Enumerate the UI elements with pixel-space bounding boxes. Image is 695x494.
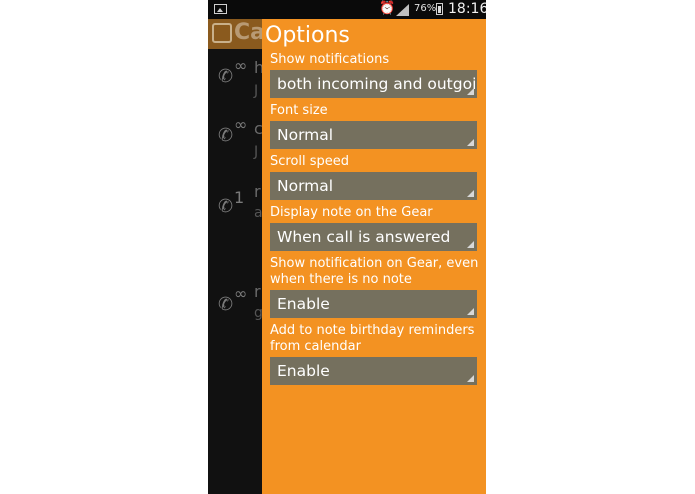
dropdown-corner-icon (467, 375, 474, 382)
dropdown-corner-icon (467, 241, 474, 248)
display-note-label: Display note on the Gear (270, 205, 433, 220)
clock-time: 18:16 (448, 1, 486, 17)
phone-icon: ✆ (218, 294, 234, 315)
list-item[interactable]: ✆ ∞ r g (208, 281, 263, 341)
gear-notification-label: Show notification on Gear, even when the… (270, 256, 479, 287)
phone-icon: ✆ (218, 196, 234, 217)
gear-notification-value: Enable (277, 295, 330, 313)
contact-name: r (254, 182, 261, 201)
show-notifications-value: both incoming and outgoing (277, 75, 477, 93)
birthday-reminders-label: Add to note birthday reminders from cale… (270, 323, 475, 354)
background-app: Ca ✆ ∞ h J ✆ ∞ c J ✆ 1 r a ✆ ∞ r g (208, 19, 265, 494)
contact-name: r (254, 282, 261, 301)
gallery-icon (214, 4, 227, 14)
call-count-badge: ∞ (234, 115, 248, 134)
contact-note: J (254, 83, 259, 99)
background-action-bar: Ca (208, 19, 265, 49)
display-note-select[interactable]: When call is answered (270, 223, 477, 251)
font-size-value: Normal (277, 126, 334, 144)
scroll-speed-select[interactable]: Normal (270, 172, 477, 200)
options-drawer: Options Show notifications both incoming… (262, 19, 486, 494)
font-size-select[interactable]: Normal (270, 121, 477, 149)
alarm-icon: ⏰ (379, 1, 396, 16)
battery-icon (436, 3, 443, 15)
display-note-value: When call is answered (277, 228, 451, 246)
dropdown-corner-icon (467, 308, 474, 315)
gear-notification-select[interactable]: Enable (270, 290, 477, 318)
call-count-badge: 1 (234, 188, 245, 207)
font-size-label: Font size (270, 103, 328, 118)
phone-icon: ✆ (218, 66, 234, 87)
call-count-badge: ∞ (234, 284, 248, 303)
dropdown-corner-icon (467, 190, 474, 197)
background-app-title: Ca (234, 20, 265, 45)
status-bar: ⏰ 76% 18:16 (208, 0, 486, 19)
scroll-speed-label: Scroll speed (270, 154, 350, 169)
dropdown-corner-icon (467, 139, 474, 146)
phone-icon: ✆ (218, 125, 234, 146)
contact-note: J (254, 144, 259, 160)
call-count-badge: ∞ (234, 56, 248, 75)
signal-icon (396, 4, 409, 16)
show-notifications-label: Show notifications (270, 52, 390, 67)
drawer-title: Options (265, 23, 350, 48)
list-item[interactable]: ✆ ∞ h J (208, 55, 264, 115)
scroll-speed-value: Normal (277, 177, 334, 195)
app-logo-icon (212, 23, 232, 43)
show-notifications-select[interactable]: both incoming and outgoing (270, 70, 477, 98)
battery-percent: 76% (414, 3, 437, 14)
phone-screen: ⏰ 76% 18:16 Ca ✆ ∞ h J ✆ ∞ c J ✆ 1 r a ✆… (208, 0, 486, 494)
birthday-reminders-select[interactable]: Enable (270, 357, 477, 385)
list-item[interactable]: ✆ 1 r a (208, 179, 263, 239)
dropdown-corner-icon (467, 88, 474, 95)
list-item[interactable]: ✆ ∞ c J (208, 115, 263, 176)
birthday-reminders-value: Enable (277, 362, 330, 380)
